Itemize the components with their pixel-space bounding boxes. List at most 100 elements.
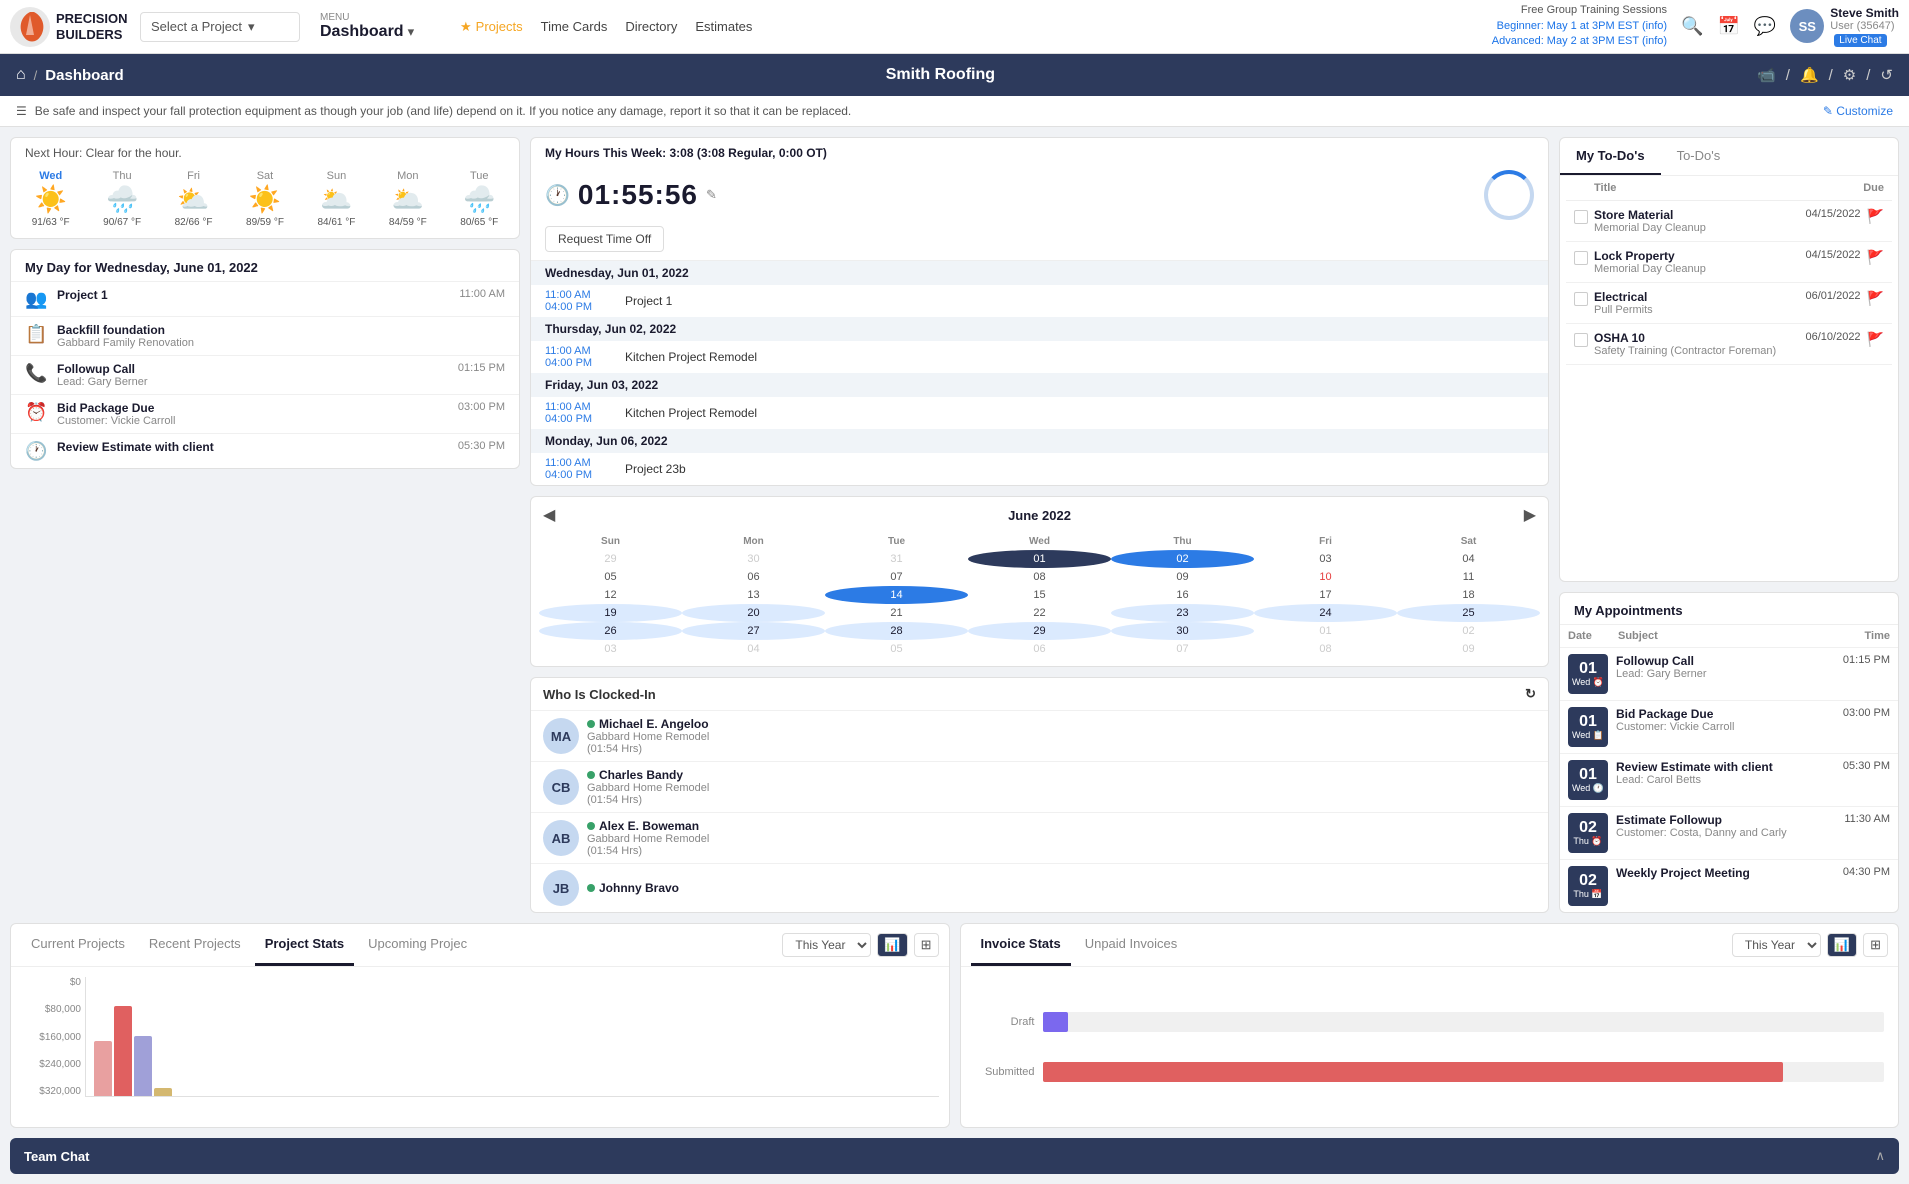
cal-day[interactable]: 11: [1397, 568, 1540, 586]
cal-day[interactable]: 03: [539, 640, 682, 658]
cal-day[interactable]: 16: [1111, 586, 1254, 604]
cal-day[interactable]: 04: [1397, 550, 1540, 568]
tab-my-todos[interactable]: My To-Do's: [1560, 138, 1661, 175]
video-icon[interactable]: 📹: [1757, 66, 1776, 84]
todo-checkbox[interactable]: [1574, 333, 1588, 347]
tab-recent-projects[interactable]: Recent Projects: [139, 924, 251, 966]
cal-day[interactable]: 29: [539, 550, 682, 568]
time-off-button[interactable]: Request Time Off: [545, 226, 664, 252]
appointments-table-header: Date Subject Time: [1560, 625, 1898, 647]
bar: [134, 1036, 152, 1096]
live-chat-badge[interactable]: Live Chat: [1834, 34, 1886, 47]
people-icon: 👥: [25, 289, 47, 310]
nav-link-directory[interactable]: Directory: [625, 19, 677, 34]
cal-day[interactable]: 21: [825, 604, 968, 622]
tab-todos[interactable]: To-Do's: [1661, 138, 1737, 175]
cal-day[interactable]: 30: [682, 550, 825, 568]
cal-day[interactable]: 30: [1111, 622, 1254, 640]
cal-day[interactable]: 14: [825, 586, 968, 604]
cal-day[interactable]: 19: [539, 604, 682, 622]
chat-icon[interactable]: 💬: [1754, 16, 1776, 37]
settings-icon[interactable]: ⚙: [1843, 66, 1856, 84]
tab-project-stats[interactable]: Project Stats: [255, 924, 354, 966]
cal-day[interactable]: 05: [825, 640, 968, 658]
cal-day[interactable]: 10: [1254, 568, 1397, 586]
cal-day[interactable]: 29: [968, 622, 1111, 640]
invoice-bar-fill: [1043, 1012, 1068, 1032]
todo-checkbox[interactable]: [1574, 292, 1588, 306]
logo-icon: [10, 7, 50, 47]
cal-day[interactable]: 18: [1397, 586, 1540, 604]
search-icon[interactable]: 🔍: [1681, 16, 1703, 37]
cal-day[interactable]: 09: [1111, 568, 1254, 586]
cal-day[interactable]: 02: [1111, 550, 1254, 568]
cal-day[interactable]: 12: [539, 586, 682, 604]
calendar-week-1: 29 30 31 01 02 03 04: [539, 550, 1540, 568]
cal-day[interactable]: 17: [1254, 586, 1397, 604]
menu-dropdown[interactable]: MENU Dashboard ▾: [310, 8, 440, 45]
nav-link-estimates[interactable]: Estimates: [695, 19, 752, 34]
refresh-icon[interactable]: ↺: [1880, 66, 1893, 84]
cal-day[interactable]: 01: [1254, 622, 1397, 640]
timer-circle: [1484, 170, 1534, 220]
cal-day[interactable]: 07: [1111, 640, 1254, 658]
team-chat-label: Team Chat: [24, 1149, 90, 1164]
cal-day[interactable]: 02: [1397, 622, 1540, 640]
cal-day-today[interactable]: 01: [968, 550, 1111, 568]
calendar-next-button[interactable]: ▶: [1524, 505, 1536, 525]
bottom-section: Current Projects Recent Projects Project…: [0, 923, 1909, 1138]
customize-button[interactable]: ✎ Customize: [1823, 104, 1893, 118]
cal-day[interactable]: 31: [825, 550, 968, 568]
todo-checkbox[interactable]: [1574, 251, 1588, 265]
tab-upcoming-projects[interactable]: Upcoming Projec: [358, 924, 477, 966]
home-icon[interactable]: ⌂: [16, 66, 26, 84]
nav-link-projects[interactable]: ★Projects: [460, 19, 523, 35]
appt-date: 02 Thu ⏰: [1568, 813, 1608, 853]
nav-link-timecards[interactable]: Time Cards: [541, 19, 608, 34]
cal-day[interactable]: 05: [539, 568, 682, 586]
bell-icon[interactable]: 🔔: [1800, 66, 1819, 84]
cal-day[interactable]: 24: [1254, 604, 1397, 622]
star-icon: ★: [460, 19, 472, 34]
flag-icon: 🚩: [1867, 249, 1884, 266]
slash: /: [1786, 67, 1790, 84]
project-select-dropdown[interactable]: Select a Project ▾: [140, 12, 300, 42]
cal-day[interactable]: 08: [1254, 640, 1397, 658]
alert-icon: ☰: [16, 104, 27, 118]
timer-edit-icon[interactable]: ✎: [706, 187, 717, 203]
cal-day[interactable]: 08: [968, 568, 1111, 586]
tab-unpaid-invoices[interactable]: Unpaid Invoices: [1075, 924, 1188, 966]
invoice-tabs: Invoice Stats Unpaid Invoices This Year …: [961, 924, 1899, 967]
cal-day[interactable]: 23: [1111, 604, 1254, 622]
cal-day[interactable]: 28: [825, 622, 968, 640]
todo-checkbox[interactable]: [1574, 210, 1588, 224]
cal-day[interactable]: 06: [682, 568, 825, 586]
team-chat-bar[interactable]: Team Chat ∧: [10, 1138, 1899, 1174]
timer-icon: 🕐: [545, 183, 570, 208]
tab-invoice-stats[interactable]: Invoice Stats: [971, 924, 1071, 966]
cal-day[interactable]: 22: [968, 604, 1111, 622]
task-icon: 📋: [25, 324, 47, 345]
cal-day[interactable]: 13: [682, 586, 825, 604]
cal-day[interactable]: 07: [825, 568, 968, 586]
cal-day[interactable]: 09: [1397, 640, 1540, 658]
training-notice: Free Group Training Sessions Beginner: M…: [1492, 3, 1667, 49]
cal-day[interactable]: 20: [682, 604, 825, 622]
refresh-icon[interactable]: ↻: [1525, 686, 1536, 702]
calendar-prev-button[interactable]: ◀: [543, 505, 555, 525]
cal-day[interactable]: 25: [1397, 604, 1540, 622]
cal-day[interactable]: 06: [968, 640, 1111, 658]
menu-label: MENU: [320, 12, 430, 23]
cal-day[interactable]: 26: [539, 622, 682, 640]
cal-day[interactable]: 03: [1254, 550, 1397, 568]
cal-day[interactable]: 27: [682, 622, 825, 640]
user-menu[interactable]: SS Steve Smith User (35647) Live Chat: [1790, 6, 1899, 46]
tab-current-projects[interactable]: Current Projects: [21, 924, 135, 966]
calendar-icon[interactable]: 📅: [1717, 16, 1739, 37]
cal-day[interactable]: 04: [682, 640, 825, 658]
appointment-0: 01 Wed ⏰ Followup Call Lead: Gary Berner…: [1560, 647, 1898, 700]
weather-day-4: Sun 🌥️ 84/61 °F: [317, 170, 355, 228]
calendar-month: June 2022: [1008, 508, 1071, 523]
cal-day[interactable]: 15: [968, 586, 1111, 604]
clocked-person-3: JB Johnny Bravo: [531, 863, 1548, 912]
